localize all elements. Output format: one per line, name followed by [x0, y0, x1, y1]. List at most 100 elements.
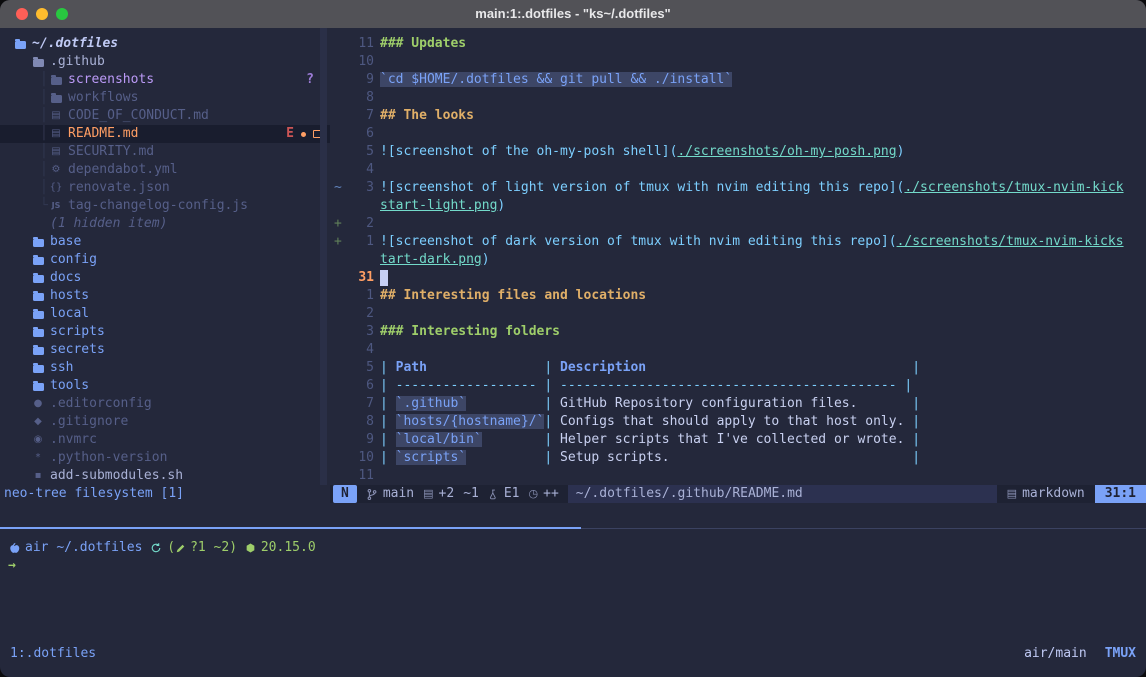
indent-guide: │: [40, 161, 50, 179]
editor-line[interactable]: 7| `.github` | GitHub Repository configu…: [330, 395, 1146, 413]
text-segment: start-light.png: [380, 198, 497, 213]
editor-line[interactable]: 10: [330, 53, 1146, 71]
editor-line[interactable]: 1## Interesting files and locations: [330, 287, 1146, 305]
editor-line[interactable]: tart-dark.png): [330, 251, 1146, 269]
text-segment: |: [904, 450, 920, 465]
pane-divider-active[interactable]: [0, 527, 581, 529]
tree-item-base[interactable]: base: [0, 233, 330, 251]
text-segment: [427, 360, 544, 375]
line-text: start-light.png): [374, 197, 505, 215]
line-number: 11: [344, 467, 374, 485]
filetype-label: markdown: [1022, 485, 1085, 503]
editor-line[interactable]: 31: [330, 269, 1146, 287]
line-text: [374, 467, 380, 485]
tree-item-python-version[interactable]: *.python-version: [0, 449, 330, 467]
tree-item-local[interactable]: local: [0, 305, 330, 323]
line-text: | ------------------ | -----------------…: [374, 377, 912, 395]
editor-line[interactable]: 7## The looks: [330, 107, 1146, 125]
editor-line[interactable]: 3### Interesting folders: [330, 323, 1146, 341]
tree-item-editorconfig[interactable]: ●.editorconfig: [0, 395, 330, 413]
folder-glyph: [33, 383, 44, 391]
git-sign: [330, 125, 344, 143]
tree-item-dotfiles[interactable]: ~/.dotfiles: [0, 35, 330, 53]
editor-line[interactable]: 11: [330, 467, 1146, 485]
editor-line[interactable]: 4: [330, 161, 1146, 179]
tree-item-docs[interactable]: docs: [0, 269, 330, 287]
line-number: 4: [344, 341, 374, 359]
text-segment: Helper scripts that I've collected or wr…: [560, 432, 904, 447]
sidebar-scrollbar[interactable]: [320, 28, 327, 485]
line-text: ## The looks: [374, 107, 474, 125]
nvim-pane: ~/.dotfiles.github│screenshots?│workflow…: [0, 28, 1146, 485]
tree-item-secrets[interactable]: secrets: [0, 341, 330, 359]
tree-item-dependabot-yml[interactable]: │⚙dependabot.yml: [0, 161, 330, 179]
indent-spacer: [0, 152, 40, 153]
tree-item-hosts[interactable]: hosts: [0, 287, 330, 305]
editor-line[interactable]: 4: [330, 341, 1146, 359]
zoom-button[interactable]: [56, 8, 68, 20]
text-segment: [482, 432, 545, 447]
tree-item-tag-changelog-config-js[interactable]: └JStag-changelog-config.js: [0, 197, 330, 215]
editor-line[interactable]: 8| `hosts/{hostname}/`| Configs that sho…: [330, 413, 1146, 431]
git-sign: [330, 89, 344, 107]
editor-line[interactable]: 10| `scripts` | Setup scripts. |: [330, 449, 1146, 467]
editor-line[interactable]: 11### Updates: [330, 35, 1146, 53]
editor-line[interactable]: +1![screenshot of dark version of tmux w…: [330, 233, 1146, 251]
indent-spacer: [0, 188, 40, 189]
line-number: 2: [344, 305, 374, 323]
tmux-window-tab[interactable]: 1:.dotfiles: [10, 645, 96, 663]
line-text: [374, 161, 380, 179]
editor-line[interactable]: 9| `local/bin` | Helper scripts that I'v…: [330, 431, 1146, 449]
tree-item-scripts[interactable]: scripts: [0, 323, 330, 341]
prompt-arrow[interactable]: →: [8, 557, 16, 575]
line-text: [374, 53, 380, 71]
indent-guide: │: [40, 71, 50, 89]
tree-item-ssh[interactable]: ssh: [0, 359, 330, 377]
indent-guide: │: [40, 125, 50, 143]
tree-item-screenshots[interactable]: │screenshots?: [0, 71, 330, 89]
tree-item-github[interactable]: .github: [0, 53, 330, 71]
cursor-position: 31:1: [1095, 485, 1146, 503]
neotree-statusline: neo-tree filesystem [1]: [0, 485, 330, 503]
indent-spacer: [0, 278, 32, 279]
traffic-lights: [16, 0, 68, 28]
text-segment: ![screenshot of light version of tmux wi…: [380, 180, 904, 195]
editor-line[interactable]: 6| ------------------ | ----------------…: [330, 377, 1146, 395]
editor-line[interactable]: 5| Path | Description |: [330, 359, 1146, 377]
editor-line[interactable]: 8: [330, 89, 1146, 107]
minimize-button[interactable]: [36, 8, 48, 20]
diagnostics-item: E1: [488, 485, 520, 503]
tree-item-gitignore[interactable]: ◆.gitignore: [0, 413, 330, 431]
editor-line[interactable]: 2: [330, 305, 1146, 323]
text-segment: | ------------------ | -----------------…: [380, 378, 912, 393]
folder-icon: [50, 76, 62, 85]
editor-line[interactable]: 5![screenshot of the oh-my-posh shell](.…: [330, 143, 1146, 161]
indent-spacer: [0, 170, 40, 171]
editor-line[interactable]: +2: [330, 215, 1146, 233]
tree-item-workflows[interactable]: │workflows: [0, 89, 330, 107]
editorconfig-icon: ●: [32, 395, 44, 413]
editor-line[interactable]: 6: [330, 125, 1146, 143]
text-cursor: [380, 270, 388, 286]
tree-item-nvmrc[interactable]: ◉.nvmrc: [0, 431, 330, 449]
editor-buffer[interactable]: 11### Updates109`cd $HOME/.dotfiles && g…: [330, 28, 1146, 485]
editor-line[interactable]: ~3![screenshot of light version of tmux …: [330, 179, 1146, 197]
tree-item-tools[interactable]: tools: [0, 377, 330, 395]
editor-line[interactable]: 9`cd $HOME/.dotfiles && git pull && ./in…: [330, 71, 1146, 89]
text-segment: ./screenshots/oh-my-posh.png: [677, 144, 896, 159]
tree-item-1-hidden-item[interactable]: (1 hidden item): [0, 215, 330, 233]
tree-item-add-submodules-sh[interactable]: ▪add-submodules.sh: [0, 467, 330, 485]
indent-guide: │: [40, 143, 50, 161]
folder-glyph: [51, 77, 62, 85]
indent-spacer: [0, 368, 32, 369]
tree-item-config[interactable]: config: [0, 251, 330, 269]
text-segment: Configs that should apply to that host o…: [560, 414, 904, 429]
tree-item-renovate-json[interactable]: │{}renovate.json: [0, 179, 330, 197]
tree-item-security-md[interactable]: │▤SECURITY.md: [0, 143, 330, 161]
pane-divider[interactable]: [581, 528, 1146, 529]
close-button[interactable]: [16, 8, 28, 20]
tree-item-readme-md[interactable]: │▤README.mdE: [0, 125, 330, 143]
editor-line[interactable]: start-light.png): [330, 197, 1146, 215]
tree-item-label: local: [50, 305, 89, 323]
tree-item-code-of-conduct-md[interactable]: │▤CODE_OF_CONDUCT.md: [0, 107, 330, 125]
